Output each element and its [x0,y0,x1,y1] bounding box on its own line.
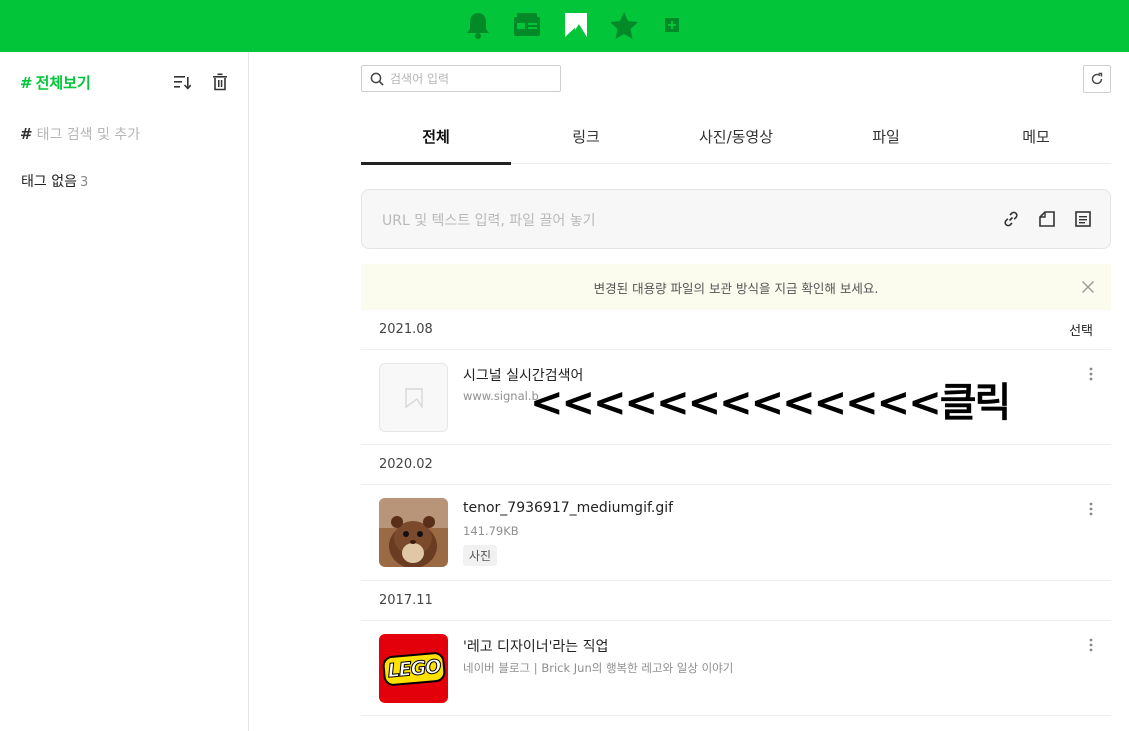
sidebar: # 전체보기 # 태그 검색 및 추가 태그 없음 3 [0,52,249,731]
date-group-label: 2017.11 [379,593,433,608]
notice-text[interactable]: 변경된 대용량 파일의 보관 방식을 지금 확인해 보세요. [594,278,879,297]
sidebar-item-count: 3 [79,175,89,190]
link-icon [1004,211,1018,227]
hash-icon: # [20,125,33,143]
kebab-icon [1089,502,1093,516]
sort-button[interactable] [172,72,192,92]
news-icon[interactable] [512,10,542,40]
lego-logo-text: LEGO [386,655,442,683]
refresh-icon [1091,72,1103,85]
more-options-button[interactable] [1082,636,1100,654]
add-file-button[interactable] [1036,208,1058,230]
link-placeholder-thumbnail [379,363,448,432]
date-group-header: 2017.11 [361,581,1111,621]
notice-banner: 변경된 대용량 파일의 보관 방식을 지금 확인해 보세요. [361,264,1111,310]
hash-icon: # [20,74,33,92]
select-button[interactable]: 선택 [1069,320,1093,339]
tab-link[interactable]: 링크 [511,108,661,164]
category-tabs: 전체 링크 사진/동영상 파일 메모 [361,108,1111,165]
more-options-button[interactable] [1082,365,1100,383]
content-input-area[interactable]: URL 및 텍스트 입력, 파일 끌어 놓기 [361,189,1111,249]
date-group-label: 2021.08 [379,322,433,337]
date-group-label: 2020.02 [379,457,433,472]
kebab-icon [1089,367,1093,381]
keep-logo-icon[interactable] [562,10,590,40]
trash-icon [213,73,227,91]
list-item[interactable]: LEGO '레고 디자이너'라는 직업 네이버 블로그 | Brick Jun의… [361,622,1111,716]
search-icon [370,72,384,86]
keep-placeholder-icon [404,387,423,408]
search-box [361,65,561,92]
item-title: '레고 디자이너'라는 직업 [463,639,609,655]
item-title: tenor_7936917_mediumgif.gif [463,500,674,516]
list-item[interactable]: tenor_7936917_mediumgif.gif 141.79KB 사진 [361,486,1111,581]
close-icon [1082,281,1094,293]
more-options-button[interactable] [1082,500,1100,518]
notice-close-button[interactable] [1079,278,1097,296]
top-bar [0,0,1129,52]
content-input-placeholder: URL 및 텍스트 입력, 파일 끌어 놓기 [382,213,596,229]
date-group-header: 2021.08 선택 [361,310,1111,350]
kebab-icon [1089,638,1093,652]
hamster-photo-thumbnail [379,498,448,567]
item-file-size: 141.79KB [463,524,519,538]
add-memo-button[interactable] [1072,208,1094,230]
date-group-header: 2020.02 [361,445,1111,485]
tab-memo[interactable]: 메모 [961,108,1111,164]
click-annotation-text: <<<<<<<<<<<<<클릭 [530,380,1011,426]
plus-square-icon[interactable] [660,10,684,40]
bell-icon[interactable] [464,10,492,40]
tag-search-placeholder: 태그 검색 및 추가 [36,127,141,143]
item-source: 네이버 블로그 | Brick Jun의 행복한 레고와 일상 이야기 [463,661,734,675]
file-icon [1039,211,1055,227]
sidebar-title-label: 전체보기 [35,74,91,92]
sidebar-item-no-tag[interactable]: 태그 없음 3 [21,171,88,191]
tab-file[interactable]: 파일 [811,108,961,164]
search-input[interactable] [390,71,540,86]
lego-logo-thumbnail: LEGO [379,634,448,703]
tag-search-field[interactable]: # 태그 검색 및 추가 [20,124,140,144]
delete-button[interactable] [210,72,230,92]
tab-all[interactable]: 전체 [361,108,511,165]
sidebar-item-label: 태그 없음 [21,174,77,190]
star-icon[interactable] [610,10,638,40]
tab-photo-video[interactable]: 사진/동영상 [661,108,811,164]
item-type-badge: 사진 [463,545,498,566]
sidebar-title[interactable]: # 전체보기 [20,72,91,93]
sort-icon [174,76,191,90]
memo-icon [1075,211,1091,227]
item-url: www.signal.b [463,389,539,403]
refresh-button[interactable] [1083,65,1111,93]
add-link-button[interactable] [1000,208,1022,230]
